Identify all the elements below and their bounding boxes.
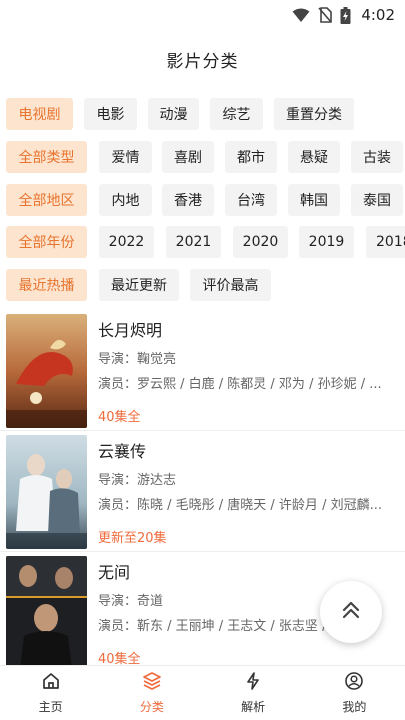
movie-title[interactable]: 无间 <box>98 559 130 583</box>
filter-row-sort: 最近热播 最近更新 评价最高 <box>0 269 405 301</box>
movie-director: 导演：游达志 <box>98 473 177 488</box>
tab-category[interactable]: 分类 <box>101 666 202 720</box>
bottom-tab-bar: 主页 分类 解析 我的 <box>0 665 405 720</box>
page-title: 影片分类 <box>166 51 239 72</box>
filter-chip-movie[interactable]: 电影 <box>84 98 137 130</box>
tab-label: 解析 <box>241 700 266 714</box>
filter-chip-urban[interactable]: 都市 <box>225 141 277 173</box>
tab-home[interactable]: 主页 <box>0 666 101 720</box>
filter-chip-all-genres[interactable]: 全部类型 <box>6 141 87 173</box>
filter-chip-tv[interactable]: 电视剧 <box>6 98 73 130</box>
movie-item[interactable]: 云襄传 导演：游达志 演员：陈晓 / 毛晓彤 / 唐晓天 / 许龄月 / 刘冠麟… <box>0 432 405 552</box>
filter-chip-hongkong[interactable]: 香港 <box>162 184 214 216</box>
layers-icon <box>142 671 162 695</box>
scroll-to-top-button[interactable] <box>320 581 382 643</box>
lightning-icon <box>243 671 263 695</box>
status-bar: 4:02 <box>0 0 405 30</box>
reset-filter-button[interactable]: 重置分类 <box>274 98 354 130</box>
movie-item[interactable]: 长月烬明 导演：鞠觉亮 演员：罗云熙 / 白鹿 / 陈都灵 / 邓为 / 孙珍妮… <box>0 311 405 431</box>
tab-label: 主页 <box>38 700 63 714</box>
filter-chip-all-regions[interactable]: 全部地区 <box>6 184 87 216</box>
movie-poster[interactable] <box>6 556 87 665</box>
tab-profile[interactable]: 我的 <box>304 666 405 720</box>
sort-chip-hot[interactable]: 最近热播 <box>6 269 87 301</box>
filter-chip-comedy[interactable]: 喜剧 <box>162 141 214 173</box>
movie-actors: 演员：罗云熙 / 白鹿 / 陈都灵 / 邓为 / 孙珍妮 / ... <box>98 377 382 392</box>
tab-parse[interactable]: 解析 <box>203 666 304 720</box>
user-icon <box>344 671 364 695</box>
movie-poster[interactable] <box>6 435 87 549</box>
movie-episodes: 更新至20集 <box>98 531 167 546</box>
filter-chip-taiwan[interactable]: 台湾 <box>225 184 277 216</box>
filter-row-genre: 全部类型 爱情 喜剧 都市 悬疑 古装 <box>0 141 405 173</box>
tab-label: 我的 <box>342 700 367 714</box>
filter-chip-korea[interactable]: 韩国 <box>288 184 340 216</box>
filter-chip-2019[interactable]: 2019 <box>299 226 354 258</box>
filter-chip-anime[interactable]: 动漫 <box>148 98 199 130</box>
status-time: 4:02 <box>361 6 395 24</box>
movie-title[interactable]: 云襄传 <box>98 438 146 462</box>
double-chevron-up-icon <box>340 599 362 625</box>
filter-row-region: 全部地区 内地 香港 台湾 韩国 泰国 <box>0 184 405 216</box>
filter-chip-2022[interactable]: 2022 <box>99 226 154 258</box>
movie-director: 导演：鞠觉亮 <box>98 352 177 367</box>
battery-icon <box>340 6 351 24</box>
filter-row-year: 全部年份 2022 2021 2020 2019 2018 <box>0 226 405 258</box>
movie-title[interactable]: 长月烬明 <box>98 317 162 341</box>
filter-chip-2018[interactable]: 2018 <box>366 226 405 258</box>
wifi-icon <box>292 8 310 23</box>
sort-chip-rating[interactable]: 评价最高 <box>190 269 271 301</box>
filter-chip-variety[interactable]: 综艺 <box>210 98 263 130</box>
filter-chip-thailand[interactable]: 泰国 <box>351 184 403 216</box>
filter-chip-mainland[interactable]: 内地 <box>99 184 152 216</box>
movie-episodes: 40集全 <box>98 652 141 665</box>
filter-chip-all-years[interactable]: 全部年份 <box>6 226 87 258</box>
filter-chip-2021[interactable]: 2021 <box>166 226 221 258</box>
movie-actors: 演员：陈晓 / 毛晓彤 / 唐晓天 / 许龄月 / 刘冠麟... <box>98 498 382 513</box>
filter-chip-costume[interactable]: 古装 <box>351 141 403 173</box>
no-sim-icon <box>318 7 333 23</box>
filter-chip-2020[interactable]: 2020 <box>233 226 288 258</box>
home-icon <box>41 671 61 695</box>
movie-episodes: 40集全 <box>98 410 141 425</box>
tab-label: 分类 <box>139 700 164 714</box>
movie-poster[interactable] <box>6 314 87 428</box>
title-bar: 影片分类 <box>0 30 405 88</box>
filter-chip-suspense[interactable]: 悬疑 <box>288 141 340 173</box>
sort-chip-latest[interactable]: 最近更新 <box>99 269 179 301</box>
filter-row-category: 电视剧 电影 动漫 综艺 重置分类 <box>0 98 405 130</box>
filter-chip-romance[interactable]: 爱情 <box>99 141 152 173</box>
